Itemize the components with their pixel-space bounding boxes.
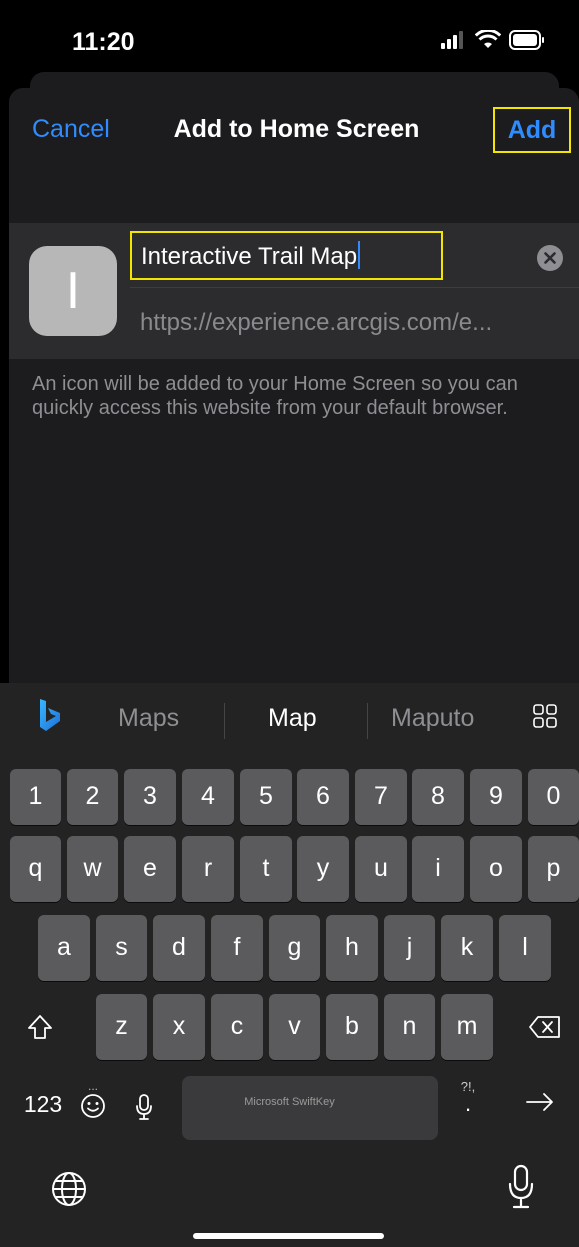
key-i[interactable]: i	[412, 836, 464, 902]
key-a[interactable]: a	[38, 915, 90, 981]
return-key[interactable]	[520, 1085, 560, 1119]
text-caret	[358, 241, 361, 269]
bookmark-form: I Interactive Trail Map https://experien…	[9, 223, 579, 359]
web-app-icon: I	[29, 246, 117, 336]
dictation-mic-key[interactable]	[505, 1164, 537, 1212]
emoji-more-dots: ...	[87, 1079, 98, 1093]
key-q[interactable]: q	[10, 836, 61, 902]
status-bar: 11:20	[0, 0, 579, 75]
key-k[interactable]: k	[441, 915, 493, 981]
space-bar[interactable]	[182, 1076, 438, 1140]
key-g[interactable]: g	[269, 915, 320, 981]
add-button[interactable]: Add	[493, 107, 571, 153]
clear-text-button[interactable]	[537, 245, 563, 271]
key-p[interactable]: p	[528, 836, 579, 902]
suggestion-bar: Maps Map Maputo	[0, 683, 579, 755]
url-text: https://experience.arcgis.com/e...	[140, 309, 493, 336]
key-8[interactable]: 8	[412, 769, 464, 825]
globe-key[interactable]	[49, 1170, 89, 1210]
key-n[interactable]: n	[384, 994, 435, 1060]
key-o[interactable]: o	[470, 836, 522, 902]
key-2[interactable]: 2	[67, 769, 118, 825]
bing-logo-icon[interactable]	[38, 699, 62, 733]
name-input[interactable]: Interactive Trail Map	[130, 231, 443, 280]
key-7[interactable]: 7	[355, 769, 407, 825]
shift-key[interactable]	[10, 994, 70, 1060]
field-divider	[130, 287, 579, 288]
globe-icon	[52, 1172, 86, 1206]
key-m[interactable]: m	[441, 994, 493, 1060]
key-b[interactable]: b	[326, 994, 378, 1060]
key-y[interactable]: y	[297, 836, 349, 902]
name-input-value: Interactive Trail Map	[141, 243, 358, 270]
key-e[interactable]: e	[124, 836, 176, 902]
suggestion-divider	[367, 703, 368, 739]
key-d[interactable]: d	[153, 915, 205, 981]
key-v[interactable]: v	[269, 994, 320, 1060]
key-u[interactable]: u	[355, 836, 407, 902]
suggestion-1[interactable]: Maps	[118, 704, 179, 733]
key-c[interactable]: c	[211, 994, 263, 1060]
period-key[interactable]: .	[455, 1093, 481, 1117]
key-l[interactable]: l	[499, 915, 551, 981]
key-t[interactable]: t	[240, 836, 292, 902]
help-text: An icon will be added to your Home Scree…	[32, 373, 518, 419]
suggestion-divider	[224, 703, 225, 739]
arrow-right-icon	[526, 1093, 553, 1111]
key-z[interactable]: z	[96, 994, 147, 1060]
shift-icon	[28, 1015, 52, 1039]
suggestion-2[interactable]: Map	[268, 704, 317, 733]
key-3[interactable]: 3	[124, 769, 176, 825]
key-s[interactable]: s	[96, 915, 147, 981]
key-h[interactable]: h	[326, 915, 378, 981]
key-0[interactable]: 0	[528, 769, 579, 825]
apps-grid-icon[interactable]	[533, 704, 557, 728]
key-5[interactable]: 5	[240, 769, 292, 825]
clear-x-icon	[544, 252, 556, 264]
nav-bar: Cancel Add to Home Screen Add	[9, 88, 579, 172]
key-x[interactable]: x	[153, 994, 205, 1060]
key-6[interactable]: 6	[297, 769, 349, 825]
home-indicator[interactable]	[193, 1233, 384, 1239]
key-1[interactable]: 1	[10, 769, 61, 825]
key-4[interactable]: 4	[182, 769, 234, 825]
wifi-icon	[475, 30, 501, 48]
space-bar-label: Microsoft SwiftKey	[244, 1096, 335, 1108]
key-9[interactable]: 9	[470, 769, 522, 825]
keyboard: Maps Map Maputo 1 2 3 4 5 6 7 8 9 0 q w …	[0, 683, 579, 1247]
backspace-icon	[529, 1016, 560, 1038]
status-icons	[441, 30, 545, 50]
signal-icon	[441, 31, 463, 49]
key-w[interactable]: w	[67, 836, 118, 902]
delete-key[interactable]	[517, 994, 573, 1060]
suggestion-3[interactable]: Maputo	[391, 704, 474, 733]
microphone-icon	[508, 1164, 534, 1209]
key-j[interactable]: j	[384, 915, 435, 981]
app-icon-letter: I	[65, 262, 81, 320]
status-time: 11:20	[72, 28, 135, 56]
key-r[interactable]: r	[182, 836, 234, 902]
key-f[interactable]: f	[211, 915, 263, 981]
battery-icon	[509, 30, 544, 50]
